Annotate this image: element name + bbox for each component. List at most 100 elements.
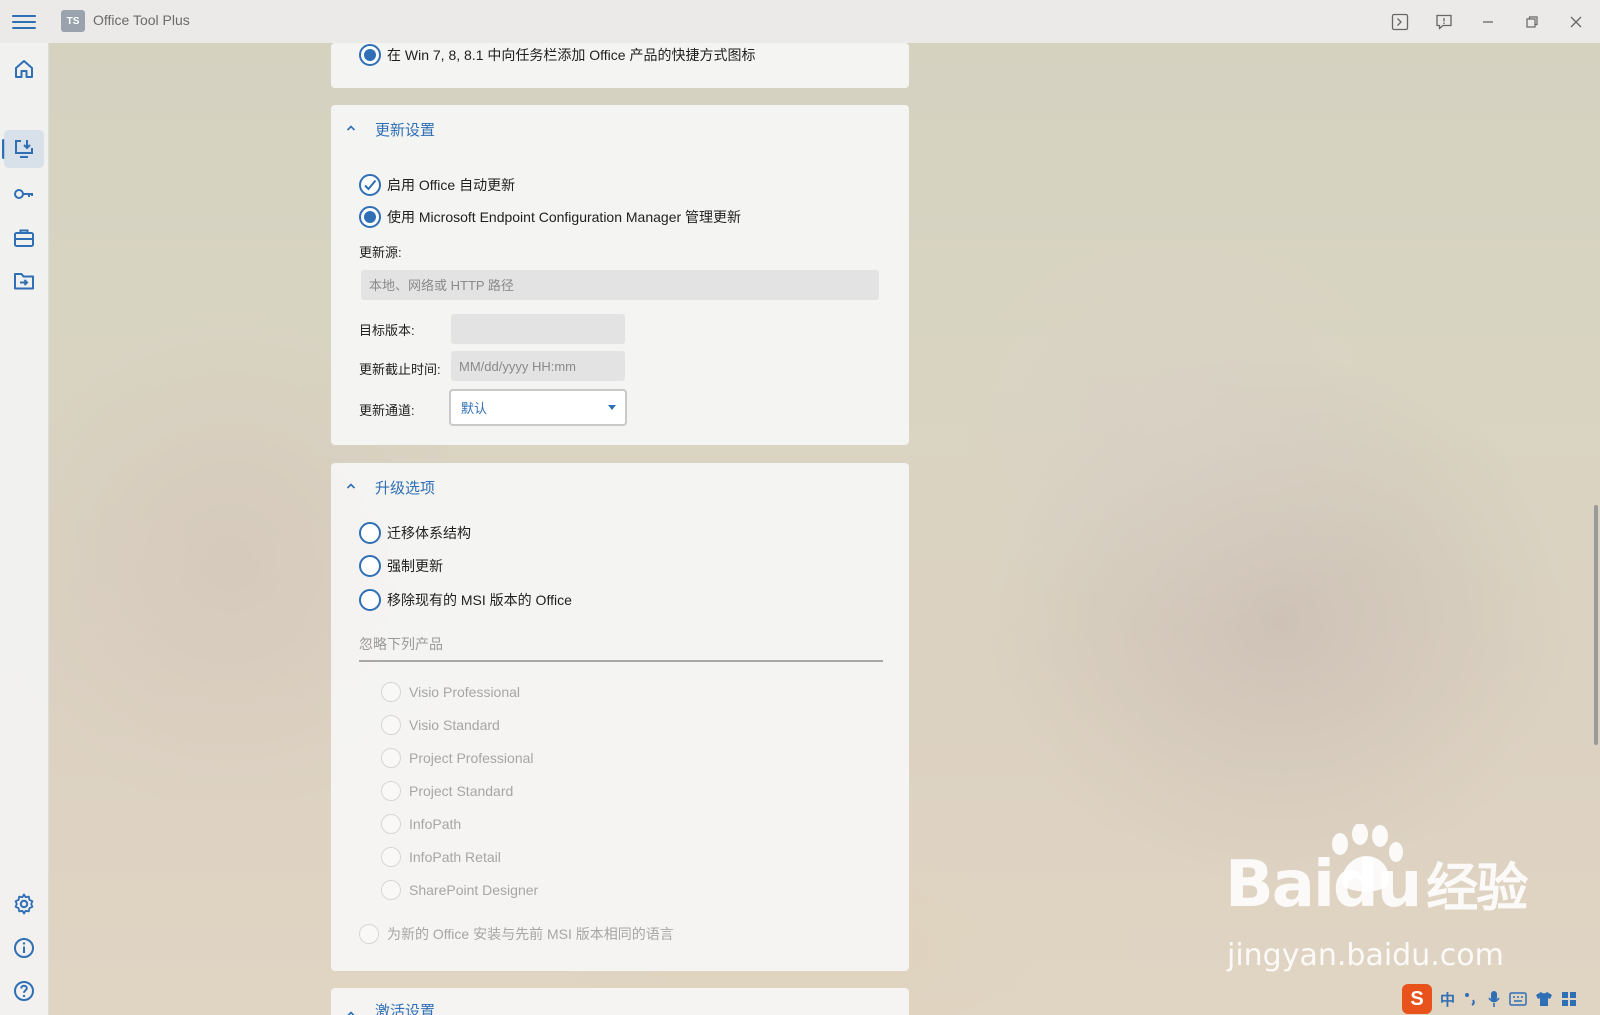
product-radio[interactable] [381,781,401,801]
use-mecm-option[interactable]: 使用 Microsoft Endpoint Configuration Mana… [359,205,741,229]
enable-auto-update-option[interactable]: 启用 Office 自动更新 [359,173,515,197]
remove-msi-option[interactable]: 移除现有的 MSI 版本的 Office [359,588,572,612]
folder-arrow-icon [14,273,34,290]
taskbar-shortcut-label: 在 Win 7, 8, 8.1 中向任务栏添加 Office 产品的快捷方式图标 [387,47,756,63]
deadline-label: 更新截止时间: [359,362,441,377]
vertical-scrollbar[interactable] [1594,505,1598,745]
migrate-arch-option[interactable]: 迁移体系结构 [359,521,471,545]
skin-icon[interactable] [1535,991,1553,1007]
close-icon[interactable] [1563,9,1589,35]
nav-deploy[interactable] [4,130,44,168]
taskbar-shortcut-option[interactable]: 在 Win 7, 8, 8.1 中向任务栏添加 Office 产品的快捷方式图标 [359,43,755,67]
app-title: Office Tool Plus [93,12,190,28]
deadline-input[interactable] [451,351,625,381]
remove-msi-radio[interactable] [359,589,381,611]
same-language-radio[interactable] [359,924,379,944]
gear-icon [14,893,34,915]
install-options-panel: 在 Win 7, 8, 8.1 中向任务栏添加 Office 产品的快捷方式图标 [331,43,909,88]
upgrade-options-header[interactable]: 升级选项 [331,463,909,511]
product-label: InfoPath [409,816,462,832]
help-icon [14,981,34,1001]
product-radio[interactable] [381,847,401,867]
migrate-arch-label: 迁移体系结构 [387,525,471,541]
nav-about[interactable] [4,929,44,967]
watermark-brand: Bai [1225,848,1335,922]
product-label: SharePoint Designer [409,882,539,898]
nav-activate[interactable] [4,175,44,213]
ime-mode[interactable]: 中 [1440,989,1455,1010]
product-option[interactable]: Visio Standard [381,713,500,737]
product-radio[interactable] [381,715,401,735]
product-radio[interactable] [381,682,401,702]
minimize-icon[interactable] [1475,9,1501,35]
nav-toolbox[interactable] [4,219,44,257]
nav-home[interactable] [4,50,44,88]
chevron-up-icon [346,483,356,489]
keyboard-icon[interactable] [1509,992,1527,1006]
product-option[interactable]: InfoPath [381,812,461,836]
product-option[interactable]: Visio Professional [381,680,520,704]
same-language-label: 为新的 Office 安装与先前 MSI 版本相同的语言 [387,926,674,942]
nav-settings[interactable] [4,885,44,923]
force-update-radio[interactable] [359,555,381,577]
enable-auto-update-label: 启用 Office 自动更新 [387,177,516,193]
update-source-input[interactable] [361,270,879,300]
taskbar-shortcut-radio[interactable] [359,44,381,66]
force-update-option[interactable]: 强制更新 [359,554,443,578]
update-source-label: 更新源: [359,245,402,260]
product-option[interactable]: Project Professional [381,746,534,770]
info-icon [14,938,34,958]
app-logo: TS [61,10,85,32]
baidu-watermark: Baidu经验 jingyan.baidu.com [1225,824,1528,973]
product-option[interactable]: SharePoint Designer [381,878,538,902]
ime-toolbar: S 中 [1402,983,1600,1015]
key-icon [14,189,33,199]
product-label: Project Standard [409,783,514,799]
toolbox-icon [14,229,34,247]
nav-convert[interactable] [4,262,44,300]
restore-icon[interactable] [1519,9,1545,35]
activation-settings-title: 激活设置 [375,1003,436,1015]
same-language-option[interactable]: 为新的 Office 安装与先前 MSI 版本相同的语言 [359,922,674,946]
ignore-products-divider [359,660,883,662]
use-mecm-label: 使用 Microsoft Endpoint Configuration Mana… [387,209,742,225]
product-radio[interactable] [381,814,401,834]
download-icon [15,140,33,158]
target-version-input[interactable] [451,314,625,344]
sogou-logo[interactable]: S [1402,984,1432,1014]
activation-settings-panel: 激活设置 [331,988,909,1015]
remove-msi-label: 移除现有的 MSI 版本的 Office [387,592,572,608]
channel-label: 更新通道: [359,403,415,418]
nav-help[interactable] [4,972,44,1010]
force-update-label: 强制更新 [387,558,443,574]
product-radio[interactable] [381,880,401,900]
microphone-icon[interactable] [1487,990,1501,1008]
toolbox-grid-icon[interactable] [1561,991,1577,1007]
home-icon [15,60,33,78]
use-mecm-radio[interactable] [359,206,381,228]
hamburger-menu-icon[interactable] [12,11,36,33]
caret-down-icon [608,405,616,410]
channel-value: 默认 [461,401,488,416]
product-option[interactable]: Project Standard [381,779,513,803]
update-settings-header[interactable]: 更新设置 [331,105,909,153]
console-icon[interactable] [1387,9,1413,35]
checkmark-icon [364,179,377,191]
product-radio[interactable] [381,748,401,768]
punctuation-icon[interactable] [1463,991,1479,1007]
update-settings-title: 更新设置 [375,122,436,139]
left-navigation [0,43,49,1015]
paw-icon [1332,824,1403,892]
watermark-cn: 经验 [1426,859,1528,919]
upgrade-options-title: 升级选项 [375,480,436,497]
watermark-url: jingyan.baidu.com [1227,938,1504,973]
enable-auto-update-checkbox[interactable] [359,174,381,196]
product-label: InfoPath Retail [409,849,501,865]
activation-settings-header[interactable]: 激活设置 [331,988,909,1015]
feedback-icon[interactable] [1431,9,1457,35]
product-option[interactable]: InfoPath Retail [381,845,501,869]
chevron-up-icon [347,1011,355,1015]
channel-dropdown[interactable]: 默认 [449,389,627,426]
product-label: Visio Professional [409,684,521,700]
migrate-arch-radio[interactable] [359,522,381,544]
